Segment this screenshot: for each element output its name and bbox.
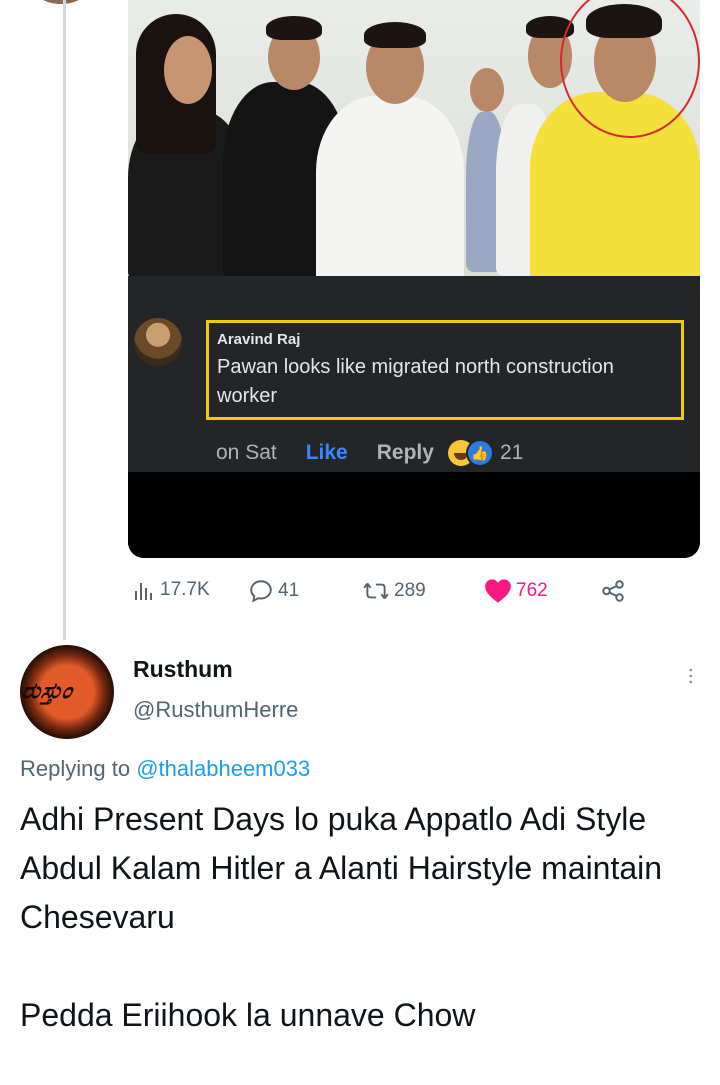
previous-author-avatar[interactable] [30,0,92,4]
comment-actions: on Sat Like Reply 👍 21 [216,438,523,468]
comment-like-link: Like [305,441,348,464]
share-button[interactable] [600,578,630,604]
tweet-line: Pedda Eriihook la unnave Chow [20,997,476,1033]
replying-to-mention[interactable]: @thalabheem033 [136,756,310,781]
like-count: 762 [516,580,548,601]
tweet-line: Abdul Kalam Hitler a Alanti Hairstyle ma… [20,850,663,935]
facebook-comment-panel: Aravind Raj Pawan looks like migrated no… [128,276,700,472]
tweet-media-image[interactable]: Aravind Raj Pawan looks like migrated no… [128,0,700,558]
views-icon [135,583,152,600]
reaction-count: 21 [499,441,524,464]
image-bottom-area [128,472,700,558]
reaction-icons: 👍 [447,439,494,467]
avatar-logo-image: ರುಸ್ತುಂ [20,678,76,704]
tweet-blank-line [20,942,710,991]
commenter-name: Aravind Raj [217,331,301,348]
retweet-count: 289 [394,580,426,601]
photo-face [470,68,504,112]
reply-author-handle[interactable]: @RusthumHerre [133,697,298,723]
comment-time: on Sat [216,441,277,464]
heart-icon [485,579,511,603]
comment-text: Pawan looks like migrated north construc… [217,356,614,407]
views-count: 17.7K [160,579,210,600]
more-vertical-icon[interactable]: ··· [676,660,705,690]
photo-face [164,36,212,104]
reply-author-name[interactable]: Rusthum [133,656,233,683]
like-reaction-icon: 👍 [467,441,492,465]
share-icon [602,580,624,602]
tweet-line: Adhi Present Days lo puka Appatlo Adi St… [20,801,647,837]
reply-icon [250,580,272,603]
retweet-button[interactable]: 289 [362,578,426,604]
embedded-photo [128,0,700,276]
reply-tweet-text: Adhi Present Days lo puka Appatlo Adi St… [20,795,710,1040]
photo-hair [364,22,426,48]
reply-author-avatar[interactable]: ರುಸ್ತುಂ [20,645,114,739]
comment-reply-link: Reply [376,441,434,464]
reply-button[interactable]: 41 [248,578,299,604]
tweet-actions-bar: 17.7K 41 289 762 [132,576,712,608]
views-button[interactable]: 17.7K [132,578,210,602]
photo-person [316,96,464,276]
commenter-avatar [134,318,182,366]
thread-line [63,0,66,640]
retweet-icon [363,582,389,600]
reply-count: 41 [278,580,300,601]
replying-prefix: Replying to [20,756,131,781]
photo-hair [266,16,322,40]
like-button[interactable]: 762 [484,578,548,604]
highlighted-comment: Aravind Raj Pawan looks like migrated no… [206,320,684,420]
replying-to-line: Replying to @thalabheem033 [20,756,310,782]
